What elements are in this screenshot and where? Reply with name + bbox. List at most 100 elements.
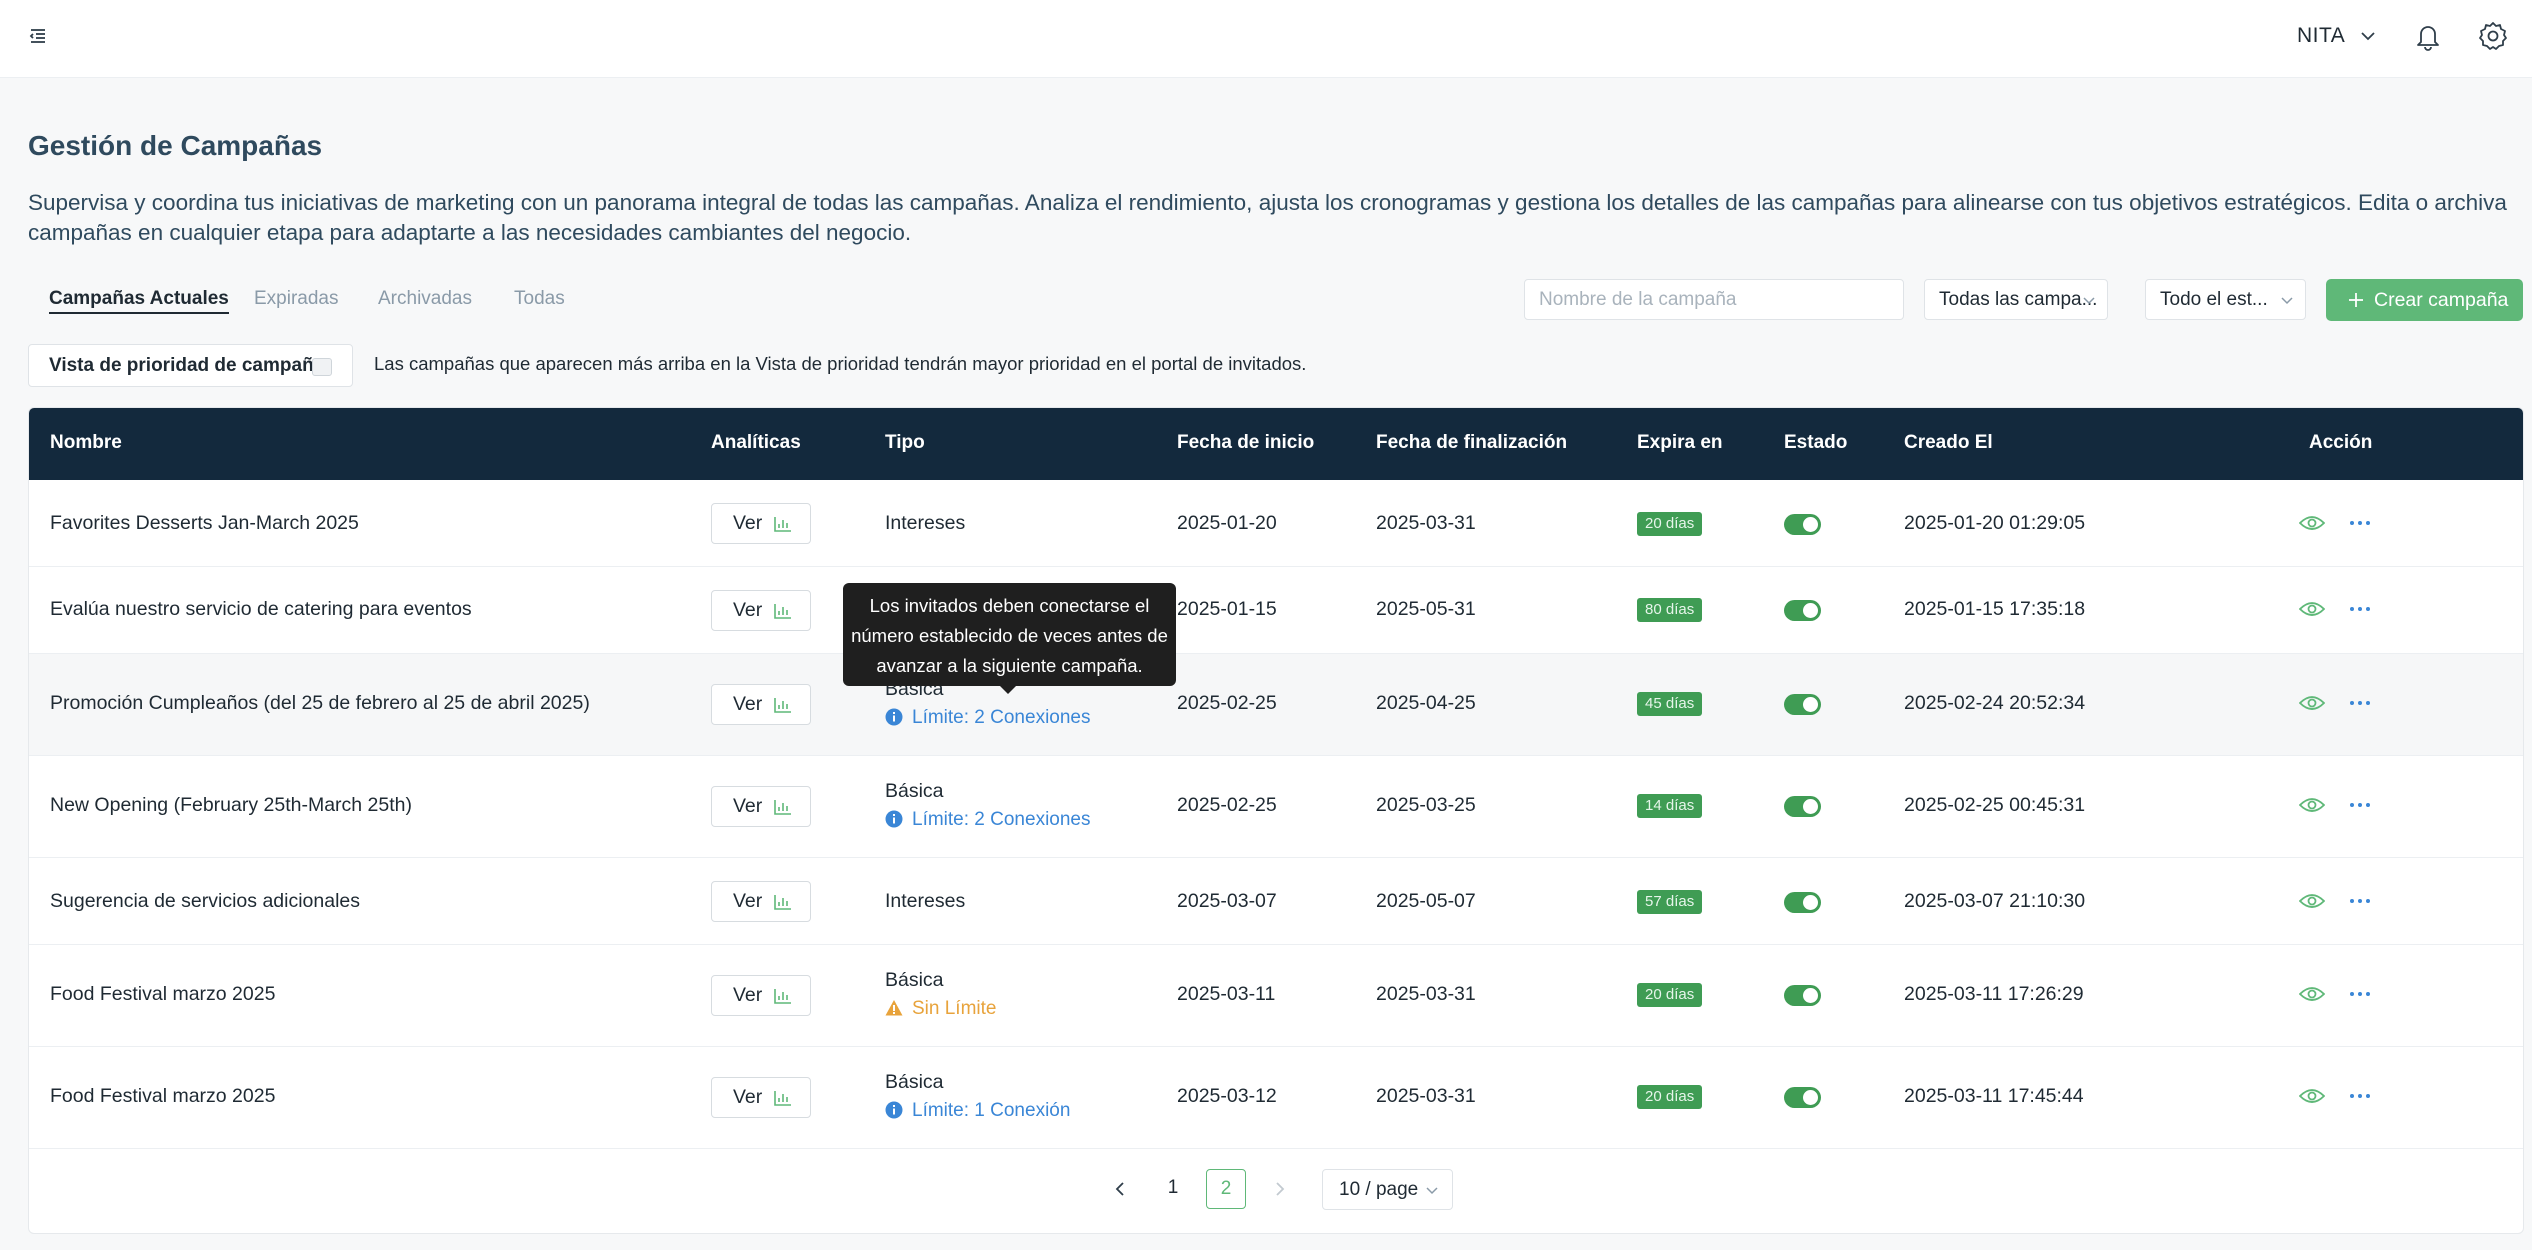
table-row: Promoción Cumpleaños (del 25 de febrero … bbox=[29, 654, 2523, 756]
campaign-name: Food Festival marzo 2025 bbox=[50, 1085, 276, 1107]
next-page-icon[interactable] bbox=[1270, 1179, 1290, 1199]
prev-page-icon[interactable] bbox=[1110, 1179, 1130, 1199]
expires-badge: 14 días bbox=[1637, 794, 1703, 818]
page-1[interactable]: 1 bbox=[1153, 1169, 1193, 1209]
bar-chart-icon bbox=[774, 517, 791, 532]
page-size-select[interactable]: 10 / page bbox=[1322, 1169, 1453, 1210]
eye-icon[interactable] bbox=[2299, 599, 2325, 619]
more-options-icon[interactable] bbox=[2347, 693, 2373, 713]
view-label: Ver bbox=[733, 599, 763, 621]
created-at: 2025-01-15 17:35:18 bbox=[1904, 598, 2086, 620]
status-toggle[interactable] bbox=[1784, 600, 1821, 621]
bell-icon[interactable] bbox=[2413, 20, 2443, 52]
view-analytics-button[interactable]: Ver bbox=[711, 1077, 811, 1118]
type-filter-select[interactable]: Todas las campa... bbox=[1924, 279, 2108, 320]
created-at: 2025-01-20 01:29:05 bbox=[1904, 512, 2086, 534]
created-at: 2025-03-11 17:26:29 bbox=[1904, 983, 2084, 1005]
eye-icon[interactable] bbox=[2299, 891, 2325, 911]
user-name[interactable]: NITA bbox=[2297, 24, 2345, 48]
expires-badge: 80 días bbox=[1637, 598, 1703, 622]
view-label: Ver bbox=[733, 512, 763, 534]
column-header-expires: Expira en bbox=[1637, 432, 1723, 453]
created-at: 2025-02-25 00:45:31 bbox=[1904, 794, 2086, 816]
eye-icon[interactable] bbox=[2299, 513, 2325, 533]
tab-all[interactable]: Todas bbox=[514, 288, 565, 310]
page-2[interactable]: 2 bbox=[1206, 1169, 1246, 1209]
bar-chart-icon bbox=[774, 1091, 791, 1106]
start-date: 2025-02-25 bbox=[1177, 794, 1277, 816]
start-date: 2025-03-11 bbox=[1177, 983, 1276, 1005]
menu-icon[interactable] bbox=[26, 24, 50, 48]
created-at: 2025-03-11 17:45:44 bbox=[1904, 1085, 2084, 1107]
campaign-name: Favorites Desserts Jan-March 2025 bbox=[50, 512, 359, 534]
more-options-icon[interactable] bbox=[2347, 891, 2373, 911]
more-options-icon[interactable] bbox=[2347, 1086, 2373, 1106]
create-campaign-button[interactable]: Crear campaña bbox=[2326, 279, 2523, 321]
tab-expired[interactable]: Expiradas bbox=[254, 288, 339, 310]
eye-icon[interactable] bbox=[2299, 984, 2325, 1004]
tab-current-campaigns[interactable]: Campañas Actuales bbox=[49, 288, 229, 314]
status-filter-select[interactable]: Todo el est... bbox=[2145, 279, 2306, 320]
eye-icon[interactable] bbox=[2299, 795, 2325, 815]
priority-view-toggle[interactable]: Vista de prioridad de campaña bbox=[28, 344, 353, 387]
bar-chart-icon bbox=[774, 698, 791, 713]
view-analytics-button[interactable]: Ver bbox=[711, 503, 811, 544]
more-options-icon[interactable] bbox=[2347, 599, 2373, 619]
view-label: Ver bbox=[733, 1086, 763, 1108]
column-header-start-date: Fecha de inicio bbox=[1177, 432, 1315, 453]
top-bar: NITA bbox=[0, 0, 2532, 78]
connection-limit-text: Límite: 2 Conexiones bbox=[912, 809, 1091, 830]
tab-archived[interactable]: Archivadas bbox=[378, 288, 472, 310]
column-header-action: Acción bbox=[2309, 432, 2373, 453]
column-header-name: Nombre bbox=[50, 432, 122, 453]
page-description: Supervisa y coordina tus iniciativas de … bbox=[28, 190, 2507, 245]
view-analytics-button[interactable]: Ver bbox=[711, 881, 811, 922]
end-date: 2025-05-31 bbox=[1376, 598, 1476, 620]
expires-badge: 20 días bbox=[1637, 512, 1703, 536]
status-toggle[interactable] bbox=[1784, 985, 1821, 1006]
info-icon bbox=[885, 810, 903, 828]
bar-chart-icon bbox=[774, 989, 791, 1004]
end-date: 2025-03-31 bbox=[1376, 512, 1476, 534]
view-analytics-button[interactable]: Ver bbox=[711, 975, 811, 1016]
status-toggle[interactable] bbox=[1784, 892, 1821, 913]
table-row: Sugerencia de servicios adicionales Ver … bbox=[29, 858, 2523, 945]
eye-icon[interactable] bbox=[2299, 693, 2325, 713]
expires-badge: 57 días bbox=[1637, 890, 1703, 914]
campaign-name: Food Festival marzo 2025 bbox=[50, 983, 276, 1005]
gear-icon[interactable] bbox=[2477, 20, 2509, 52]
view-label: Ver bbox=[733, 984, 763, 1006]
table-row: Food Festival marzo 2025 Ver Básica Sin … bbox=[29, 945, 2523, 1047]
view-label: Ver bbox=[733, 795, 763, 817]
campaign-type: Básica bbox=[885, 780, 944, 802]
chevron-down-icon bbox=[2083, 297, 2095, 305]
status-toggle[interactable] bbox=[1784, 1087, 1821, 1108]
view-analytics-button[interactable]: Ver bbox=[711, 786, 811, 827]
campaigns-table: Nombre Analíticas Tipo Fecha de inicio F… bbox=[28, 407, 2524, 1234]
campaign-name: Evalúa nuestro servicio de catering para… bbox=[50, 598, 472, 620]
page-title: Gestión de Campañas bbox=[28, 130, 323, 161]
page-size-value: 10 / page bbox=[1339, 1179, 1419, 1200]
view-analytics-button[interactable]: Ver bbox=[711, 590, 811, 631]
campaign-name: New Opening (February 25th-March 25th) bbox=[50, 794, 412, 816]
chevron-down-icon bbox=[1426, 1187, 1438, 1195]
column-header-created: Creado El bbox=[1904, 432, 1993, 453]
created-at: 2025-02-24 20:52:34 bbox=[1904, 692, 2086, 714]
view-analytics-button[interactable]: Ver bbox=[711, 684, 811, 725]
status-toggle[interactable] bbox=[1784, 694, 1821, 715]
connection-limit: Límite: 1 Conexión bbox=[885, 1100, 1070, 1122]
priority-view-checkbox[interactable] bbox=[312, 358, 332, 376]
campaign-search-input[interactable] bbox=[1524, 279, 1904, 320]
chevron-down-icon[interactable] bbox=[2356, 24, 2380, 48]
campaign-name: Sugerencia de servicios adicionales bbox=[50, 890, 361, 912]
table-row: Food Festival marzo 2025 Ver Básica Lími… bbox=[29, 1047, 2523, 1149]
chevron-down-icon bbox=[2281, 297, 2293, 305]
more-options-icon[interactable] bbox=[2347, 795, 2373, 815]
campaign-type: Básica bbox=[885, 969, 944, 991]
start-date: 2025-01-15 bbox=[1177, 598, 1277, 620]
eye-icon[interactable] bbox=[2299, 1086, 2325, 1106]
status-toggle[interactable] bbox=[1784, 514, 1821, 535]
more-options-icon[interactable] bbox=[2347, 984, 2373, 1004]
more-options-icon[interactable] bbox=[2347, 513, 2373, 533]
status-toggle[interactable] bbox=[1784, 796, 1821, 817]
